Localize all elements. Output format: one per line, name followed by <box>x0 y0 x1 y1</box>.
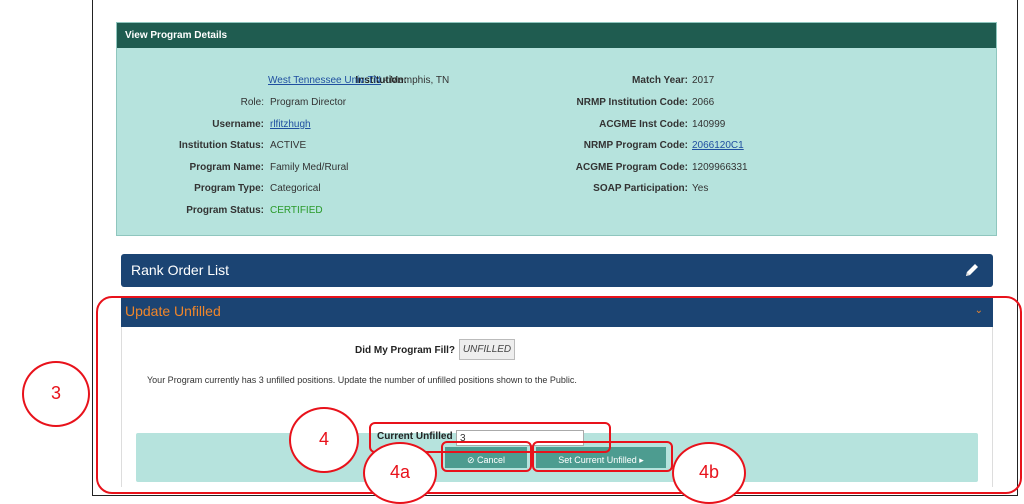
nrmp-program-code-value: 2066120C1 <box>692 140 744 151</box>
rank-order-list-title: Rank Order List <box>131 262 230 278</box>
match-year-label: Match Year: <box>632 75 688 86</box>
program-type-value: Categorical <box>270 183 321 194</box>
annotation-circle-step4a: 4a <box>363 442 437 504</box>
annotation-circle-step4: 4 <box>289 407 359 473</box>
institution-location: - Memphis, TN <box>381 75 450 86</box>
annotation-box-step4b <box>532 441 673 472</box>
username-link[interactable]: rlfitzhugh <box>270 119 311 130</box>
acgme-program-code-value: 1209966331 <box>692 162 748 173</box>
program-name-label: Program Name: <box>189 162 264 173</box>
role-value: Program Director <box>270 97 347 108</box>
username-label: Username: <box>212 119 264 130</box>
pencil-icon[interactable] <box>963 261 981 279</box>
nrmp-program-code-link[interactable]: 2066120C1 <box>692 140 744 151</box>
annotation-box-step4a <box>441 441 532 472</box>
institution-value: West Tennessee Univ-TN - Memphis, TN <box>268 75 449 86</box>
nrmp-program-code-label: NRMP Program Code: <box>583 140 688 151</box>
program-type-label: Program Type: <box>194 183 264 194</box>
annotation-circle-step4b: 4b <box>672 442 746 504</box>
nrmp-inst-code-value: 2066 <box>692 97 715 108</box>
acgme-inst-code-label: ACGME Inst Code: <box>599 119 688 130</box>
nrmp-inst-code-label: NRMP Institution Code: <box>576 97 688 108</box>
acgme-program-code-label: ACGME Program Code: <box>575 162 688 173</box>
institution-link[interactable]: West Tennessee Univ-TN <box>268 75 381 86</box>
program-status-label: Program Status: <box>186 205 264 216</box>
acgme-inst-code-value: 140999 <box>692 119 726 130</box>
institution-status-value: ACTIVE <box>270 140 307 151</box>
username-value: rlfitzhugh <box>270 119 311 130</box>
soap-participation-value: Yes <box>692 183 709 194</box>
match-year-value: 2017 <box>692 75 715 86</box>
program-status-value: CERTIFIED <box>270 205 323 216</box>
program-name-value: Family Med/Rural <box>270 162 349 173</box>
annotation-circle-step3: 3 <box>22 361 90 427</box>
program-details-header: View Program Details <box>117 23 996 48</box>
role-label: Role: <box>240 97 264 108</box>
institution-status-label: Institution Status: <box>179 140 264 151</box>
rank-order-list-bar[interactable]: Rank Order List <box>121 254 993 287</box>
soap-participation-label: SOAP Participation: <box>593 183 688 194</box>
